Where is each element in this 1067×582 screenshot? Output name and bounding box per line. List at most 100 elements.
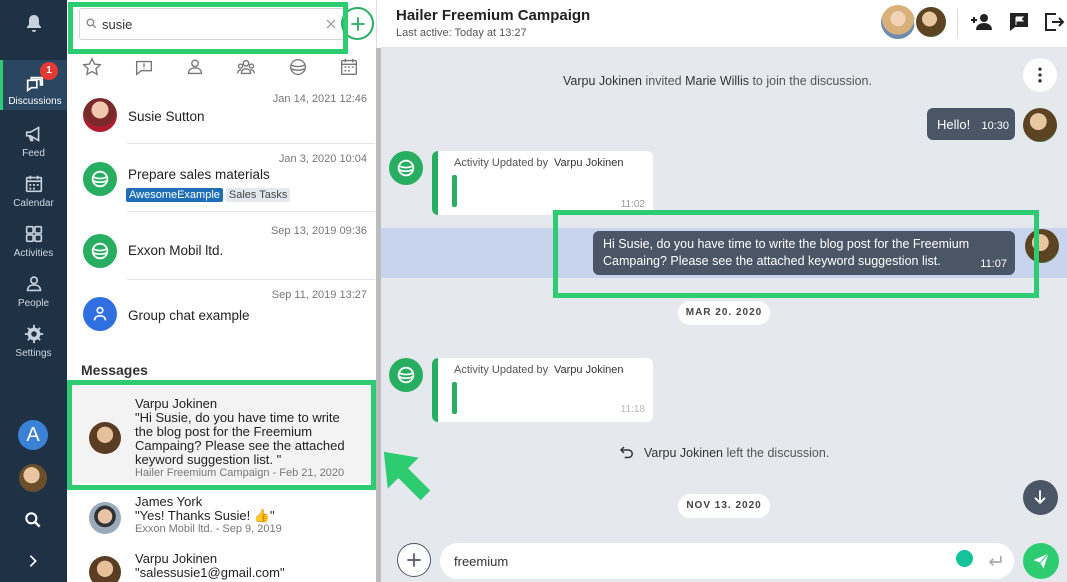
message-author: Varpu Jokinen: [135, 396, 218, 411]
message-input[interactable]: [454, 551, 934, 571]
conversation-item[interactable]: Jan 3, 2020 10:04 Prepare sales material…: [67, 146, 375, 212]
undo-arrow-icon: [619, 446, 633, 459]
clear-search-icon[interactable]: [324, 17, 338, 31]
message-search-result[interactable]: Varpu Jokinen "Hi Susie, do you have tim…: [67, 386, 375, 482]
outgoing-message[interactable]: Hello! 10:30: [927, 108, 1015, 140]
activity-ball-icon: [397, 159, 415, 177]
discussion-list-panel: Jan 14, 2021 12:46 Susie Sutton Jan 3, 2…: [67, 0, 377, 582]
date-separator: MAR 20. 2020: [678, 301, 770, 325]
plus-icon: [351, 17, 365, 31]
system-message-invite: Varpu Jokinen invited Marie Willis to jo…: [563, 74, 872, 88]
message-text-line: keyword suggestion list. ": [135, 452, 282, 467]
calendar-icon[interactable]: [338, 56, 360, 78]
leave-discussion-icon[interactable]: [1042, 10, 1066, 34]
activity-ball-icon[interactable]: [287, 56, 309, 78]
search-icon[interactable]: [23, 510, 43, 530]
conversation-date: Jan 3, 2020 10:04: [278, 153, 367, 165]
participant-avatar[interactable]: [914, 5, 948, 39]
contact-avatar: [83, 98, 117, 132]
add-participant-icon[interactable]: [970, 10, 994, 34]
conversation-title: Prepare sales materials: [128, 167, 270, 182]
system-tail: to join the discussion.: [748, 74, 872, 88]
activity-update-prefix: Activity Updated by: [454, 157, 549, 169]
expand-chevron-icon[interactable]: [25, 553, 41, 569]
activity-update-author: Varpu Jokinen: [554, 157, 624, 169]
system-actor: Varpu Jokinen: [644, 446, 723, 460]
pointer-arrow-icon: [383, 451, 431, 501]
activity-update-author: Varpu Jokinen: [554, 364, 624, 376]
chat-area: Hailer Freemium Campaign Last active: To…: [381, 0, 1067, 582]
message-meta: Hailer Freemium Campaign - Feb 21, 2020: [135, 467, 345, 479]
more-vertical-icon: [1038, 67, 1042, 83]
search-box: [79, 8, 345, 40]
account-switcher[interactable]: A: [18, 420, 48, 450]
message-text-line: Campaing? Please see the attached: [135, 438, 345, 453]
message-input-box: [440, 543, 1014, 579]
enter-key-icon[interactable]: [985, 552, 1005, 572]
nav-settings[interactable]: Settings: [0, 320, 67, 370]
chat-menu-button[interactable]: [1023, 58, 1057, 92]
scroll-to-bottom-button[interactable]: [1023, 480, 1058, 515]
tag-label: AwesomeExample: [126, 188, 223, 202]
person-icon[interactable]: [184, 56, 206, 78]
conversation-item[interactable]: Sep 13, 2019 09:36 Exxon Mobil ltd.: [67, 218, 375, 280]
message-text-line: Hi Susie, do you have time to write the …: [603, 237, 970, 251]
message-time: 10:30: [981, 120, 1009, 132]
message-search-result[interactable]: James York "Yes! Thanks Susie! 👍" Exxon …: [67, 490, 375, 542]
activity-update-card[interactable]: Activity Updated by Varpu Jokinen 11:02: [432, 151, 653, 215]
grammarly-icon[interactable]: [956, 550, 973, 567]
activity-update-card[interactable]: Activity Updated by Varpu Jokinen 11:18: [432, 358, 653, 422]
arrow-down-icon: [1034, 490, 1046, 505]
notifications-button[interactable]: [0, 0, 67, 48]
nav-activities[interactable]: Activities: [0, 220, 67, 270]
activity-avatar: [389, 358, 423, 392]
group-icon[interactable]: [235, 56, 257, 78]
group-icon: [93, 306, 107, 321]
user-avatar[interactable]: [19, 464, 47, 492]
attach-button[interactable]: [397, 543, 431, 577]
conversation-item[interactable]: Sep 11, 2019 13:27 Group chat example: [67, 282, 375, 348]
composer-bar: [381, 534, 1067, 582]
system-message-left: Varpu Jokinen left the discussion.: [644, 446, 829, 460]
conversation-date: Jan 14, 2021 12:46: [272, 93, 367, 105]
search-icon: [86, 18, 97, 29]
new-discussion-button[interactable]: [341, 7, 374, 40]
sender-avatar: [1025, 229, 1059, 263]
star-icon[interactable]: [81, 56, 103, 78]
message-search-result[interactable]: Varpu Jokinen "salessusie1@gmail.com": [67, 546, 375, 582]
system-action: invited: [642, 74, 686, 88]
activity-ball-icon: [397, 366, 415, 384]
filter-bar: [67, 52, 377, 82]
author-avatar: [89, 556, 121, 582]
flag-chat-icon[interactable]: [1007, 10, 1031, 34]
activities-grid-icon: [25, 225, 42, 243]
message-timeline: Varpu Jokinen invited Marie Willis to jo…: [381, 48, 1067, 534]
message-text-line: "salessusie1@gmail.com": [135, 565, 285, 580]
search-input[interactable]: [102, 15, 312, 33]
activity-avatar: [83, 162, 117, 196]
group-avatar: [83, 297, 117, 331]
outgoing-message[interactable]: Hi Susie, do you have time to write the …: [593, 231, 1015, 275]
system-target: Marie Willis: [685, 74, 749, 88]
author-avatar: [89, 502, 121, 534]
discussions-badge: 1: [40, 62, 58, 80]
message-text: Hello!: [937, 117, 971, 132]
discussion-title: Hailer Freemium Campaign: [396, 7, 591, 24]
conversation-title: Group chat example: [128, 308, 250, 323]
nav-settings-label: Settings: [15, 348, 52, 359]
alert-message-icon[interactable]: [133, 56, 155, 78]
message-meta: Exxon Mobil ltd. - Sep 9, 2019: [135, 523, 282, 535]
send-button[interactable]: [1023, 543, 1059, 579]
conversation-item[interactable]: Jan 14, 2021 12:46 Susie Sutton: [67, 86, 375, 144]
nav-discussions[interactable]: 1 Discussions: [0, 60, 67, 110]
nav-feed[interactable]: Feed: [0, 120, 67, 170]
conversation-title: Exxon Mobil ltd.: [128, 243, 224, 258]
nav-calendar[interactable]: Calendar: [0, 170, 67, 220]
send-icon: [1033, 553, 1049, 569]
message-text-line: "Hi Susie, do you have time to write: [135, 410, 340, 425]
message-time: 11:07: [980, 258, 1007, 270]
nav-people[interactable]: People: [0, 270, 67, 320]
participant-avatar[interactable]: [881, 5, 915, 39]
activity-update-prefix: Activity Updated by: [454, 364, 549, 376]
activity-ball-icon: [91, 242, 109, 260]
